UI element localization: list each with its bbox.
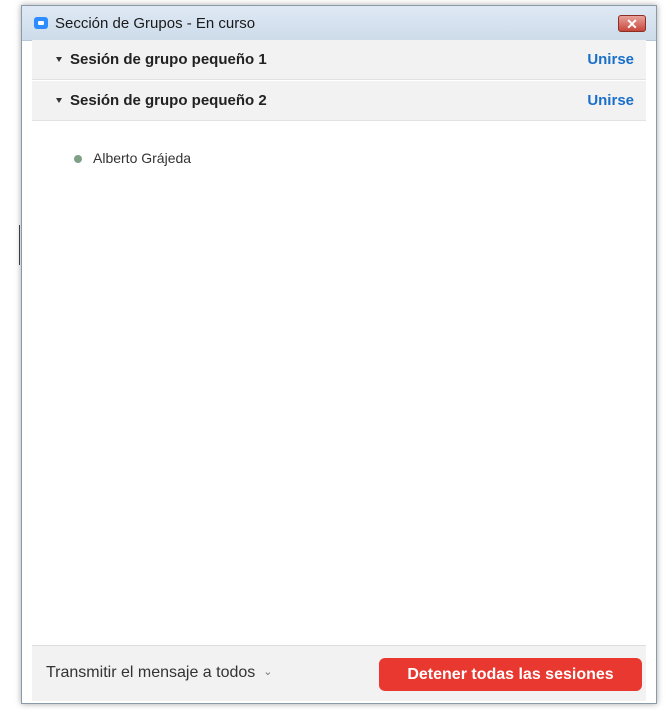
collapse-arrow-icon[interactable] bbox=[56, 98, 62, 103]
broadcast-label: Transmitir el mensaje a todos bbox=[46, 664, 256, 681]
background-divider bbox=[19, 225, 20, 265]
window-title: Sección de Grupos - En curso bbox=[55, 15, 256, 32]
groups-list: Sesión de grupo pequeño 1 Unirse Sesión … bbox=[32, 40, 646, 645]
group-name: Sesión de grupo pequeño 2 bbox=[70, 92, 267, 109]
join-button[interactable]: Unirse bbox=[587, 92, 634, 109]
stop-all-sessions-button[interactable]: Detener todas las sesiones bbox=[379, 658, 642, 691]
group-name: Sesión de grupo pequeño 1 bbox=[70, 51, 267, 68]
group-row-2[interactable]: Sesión de grupo pequeño 2 Unirse bbox=[32, 81, 646, 121]
collapse-arrow-icon[interactable] bbox=[56, 57, 62, 62]
participant-item[interactable]: Alberto Grájeda bbox=[32, 147, 646, 173]
chevron-down-icon: ⌄ bbox=[263, 666, 273, 678]
broadcast-message-button[interactable]: Transmitir el mensaje a todos ⌄ bbox=[46, 664, 272, 682]
group-row-1[interactable]: Sesión de grupo pequeño 1 Unirse bbox=[32, 40, 646, 80]
zoom-app-icon bbox=[34, 17, 48, 29]
close-button[interactable]: ✕ bbox=[618, 15, 646, 32]
title-bar[interactable]: Sección de Grupos - En curso ✕ bbox=[22, 6, 656, 41]
participant-name: Alberto Grájeda bbox=[93, 150, 192, 166]
join-button[interactable]: Unirse bbox=[587, 51, 634, 68]
breakout-rooms-window: Sección de Grupos - En curso ✕ Sesión de… bbox=[21, 5, 657, 704]
status-dot-icon bbox=[74, 155, 82, 163]
footer-bar: Transmitir el mensaje a todos ⌄ Detener t… bbox=[32, 645, 646, 701]
